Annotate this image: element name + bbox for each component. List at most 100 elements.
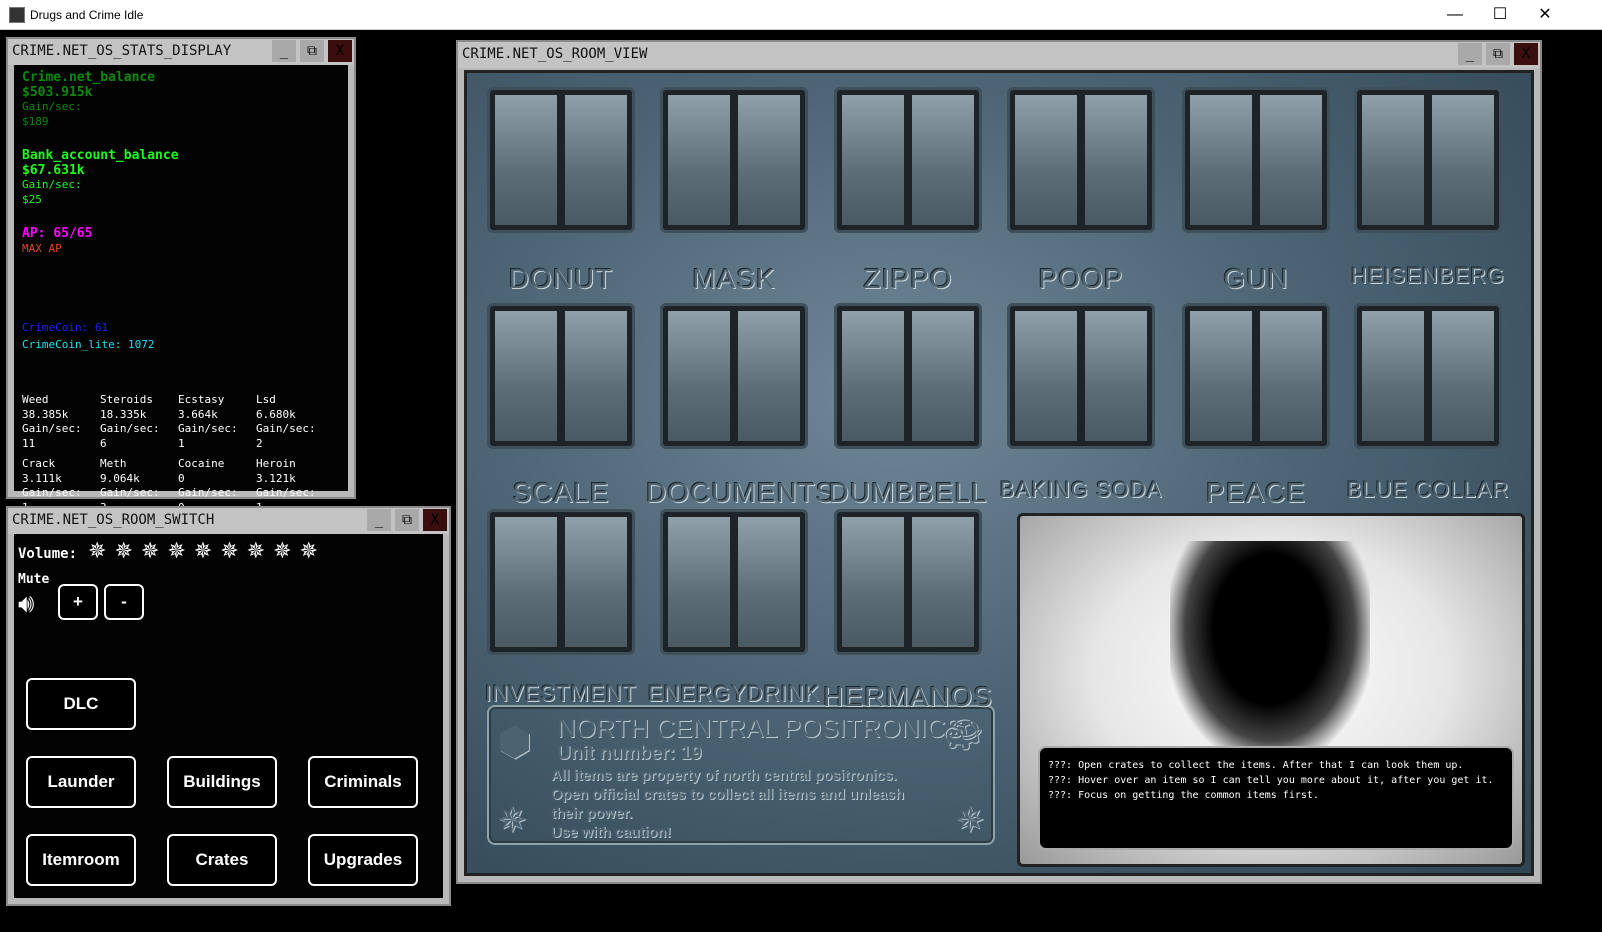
item-locker[interactable] — [1007, 87, 1155, 233]
crimenet-value: $503.915k — [22, 86, 155, 101]
close-icon[interactable]: X — [1514, 43, 1538, 65]
locker-door — [564, 94, 628, 226]
leaf-icon: ✵ — [497, 799, 527, 841]
stats-body: Crime.net_balance $503.915k Gain/sec: $1… — [14, 65, 348, 491]
dialog-line: ???: Open crates to collect the items. A… — [1048, 758, 1504, 773]
close-button[interactable]: ✕ — [1522, 0, 1568, 30]
item-label: MASK — [646, 263, 822, 295]
item-label: BLUE COLLAR — [1340, 477, 1516, 503]
launder-button[interactable]: Launder — [26, 756, 136, 808]
ap-status: MAX AP — [22, 242, 92, 257]
volume-leaf-icon[interactable]: ✵ — [88, 538, 106, 564]
locker-door — [911, 310, 975, 442]
item-locker[interactable] — [834, 87, 982, 233]
minimize-icon[interactable]: _ — [272, 40, 296, 62]
room-view-window: CRIME.NET_OS_ROOM_VIEW _⧉X NORTH CENTRAL… — [456, 40, 1542, 884]
close-icon[interactable]: X — [423, 509, 447, 531]
drug-gain-label: Gain/sec: — [100, 422, 178, 437]
volume-plus-button[interactable]: + — [58, 584, 98, 620]
volume-minus-button[interactable]: - — [104, 584, 144, 620]
item-locker[interactable] — [834, 509, 982, 655]
leaf-icon: ✵ — [955, 799, 985, 841]
item-locker[interactable] — [1354, 303, 1502, 449]
drug-stat: Lsd6.680kGain/sec:2 — [256, 393, 334, 451]
buildings-button[interactable]: Buildings — [167, 756, 277, 808]
room-switch-header[interactable]: CRIME.NET_OS_ROOM_SWITCH _⧉X — [8, 508, 449, 534]
volume-leaf-icon[interactable]: ✵ — [167, 538, 185, 564]
minimize-icon[interactable]: _ — [367, 509, 391, 531]
speaker-icon[interactable]: 🔊︎ — [18, 588, 34, 620]
volume-leaf-icon[interactable]: ✵ — [194, 538, 212, 564]
app-icon — [9, 7, 25, 23]
dialog-line: ???: Focus on getting the common items f… — [1048, 788, 1504, 803]
locker-door — [494, 310, 558, 442]
dlc-button[interactable]: DLC — [26, 678, 136, 730]
volume-leaf-icon[interactable]: ✵ — [273, 538, 291, 564]
room-view-header[interactable]: CRIME.NET_OS_ROOM_VIEW _⧉X — [458, 42, 1540, 68]
item-locker[interactable] — [1354, 87, 1502, 233]
volume-level[interactable]: ✵ ✵ ✵ ✵ ✵ ✵ ✵ ✵ ✵ — [88, 538, 318, 564]
volume-leaf-icon[interactable]: ✵ — [114, 538, 132, 564]
criminals-button[interactable]: Criminals — [308, 756, 418, 808]
item-locker[interactable] — [487, 303, 635, 449]
locker-door — [1189, 310, 1253, 442]
locker-door — [841, 516, 905, 648]
volume-leaf-icon[interactable]: ✵ — [247, 538, 265, 564]
item-label: BAKING SODA — [993, 477, 1169, 503]
drug-value: 3.121k — [256, 472, 334, 487]
locker-door — [1431, 310, 1495, 442]
crates-button[interactable]: Crates — [167, 834, 277, 886]
restore-icon[interactable]: ⧉ — [395, 509, 419, 531]
crimenet-gain: $189 — [22, 115, 155, 130]
itemroom-button[interactable]: Itemroom — [26, 834, 136, 886]
item-locker[interactable] — [1182, 87, 1330, 233]
app-titlebar: Drugs and Crime Idle — ☐ ✕ — [0, 0, 1602, 30]
stats-window-header[interactable]: CRIME.NET_OS_STATS_DISPLAY _⧉X — [8, 39, 354, 65]
plaque-title: NORTH CENTRAL POSITRONICS — [557, 713, 963, 744]
item-locker[interactable] — [660, 509, 808, 655]
item-locker[interactable] — [1182, 303, 1330, 449]
item-label: PEACE — [1168, 477, 1344, 509]
locker-door — [494, 94, 558, 226]
restore-icon[interactable]: ⧉ — [1486, 43, 1510, 65]
item-locker[interactable] — [487, 87, 635, 233]
drug-value: 38.385k — [22, 408, 100, 423]
item-locker[interactable] — [660, 303, 808, 449]
upgrades-button[interactable]: Upgrades — [308, 834, 418, 886]
locker-door — [667, 310, 731, 442]
crimecoin-lite: CrimeCoin_lite: 1072 — [22, 338, 154, 353]
stats-window-title: CRIME.NET_OS_STATS_DISPLAY — [12, 43, 231, 59]
volume-label: Volume: — [18, 546, 77, 562]
hacker-video: ???: Open crates to collect the items. A… — [1017, 513, 1525, 867]
room-view-title: CRIME.NET_OS_ROOM_VIEW — [462, 46, 647, 62]
drug-gain-label: Gain/sec: — [256, 486, 334, 501]
locker-door — [667, 516, 731, 648]
item-locker[interactable] — [660, 87, 808, 233]
drug-name: Meth — [100, 457, 178, 472]
minimize-icon[interactable]: _ — [1458, 43, 1482, 65]
drug-value: 3.111k — [22, 472, 100, 487]
locker-door — [667, 94, 731, 226]
item-locker[interactable] — [487, 509, 635, 655]
volume-leaf-icon[interactable]: ✵ — [220, 538, 238, 564]
drug-name: Weed — [22, 393, 100, 408]
volume-leaf-icon[interactable]: ✵ — [141, 538, 159, 564]
volume-leaf-icon[interactable]: ✵ — [300, 538, 318, 564]
drug-gain-label: Gain/sec: — [22, 486, 100, 501]
locker-door — [911, 516, 975, 648]
room-switch-window: CRIME.NET_OS_ROOM_SWITCH _⧉X Volume: ✵✵✵… — [6, 506, 451, 906]
minimize-button[interactable]: — — [1432, 0, 1478, 30]
restore-icon[interactable]: ⧉ — [300, 40, 324, 62]
plaque-unit: Unit number: 19 — [557, 743, 702, 765]
north-central-positronics-plaque: NORTH CENTRAL POSITRONICS Unit number: 1… — [487, 705, 995, 845]
plaque-line: All items are property of north central … — [551, 767, 904, 786]
item-locker[interactable] — [1007, 303, 1155, 449]
maximize-button[interactable]: ☐ — [1477, 0, 1523, 30]
drug-value: 9.064k — [100, 472, 178, 487]
drug-stat: Weed38.385kGain/sec:11 — [22, 393, 100, 451]
locker-door — [841, 94, 905, 226]
item-locker[interactable] — [834, 303, 982, 449]
close-icon[interactable]: X — [328, 40, 352, 62]
drug-name: Cocaine — [178, 457, 256, 472]
bank-gain: $25 — [22, 193, 179, 208]
